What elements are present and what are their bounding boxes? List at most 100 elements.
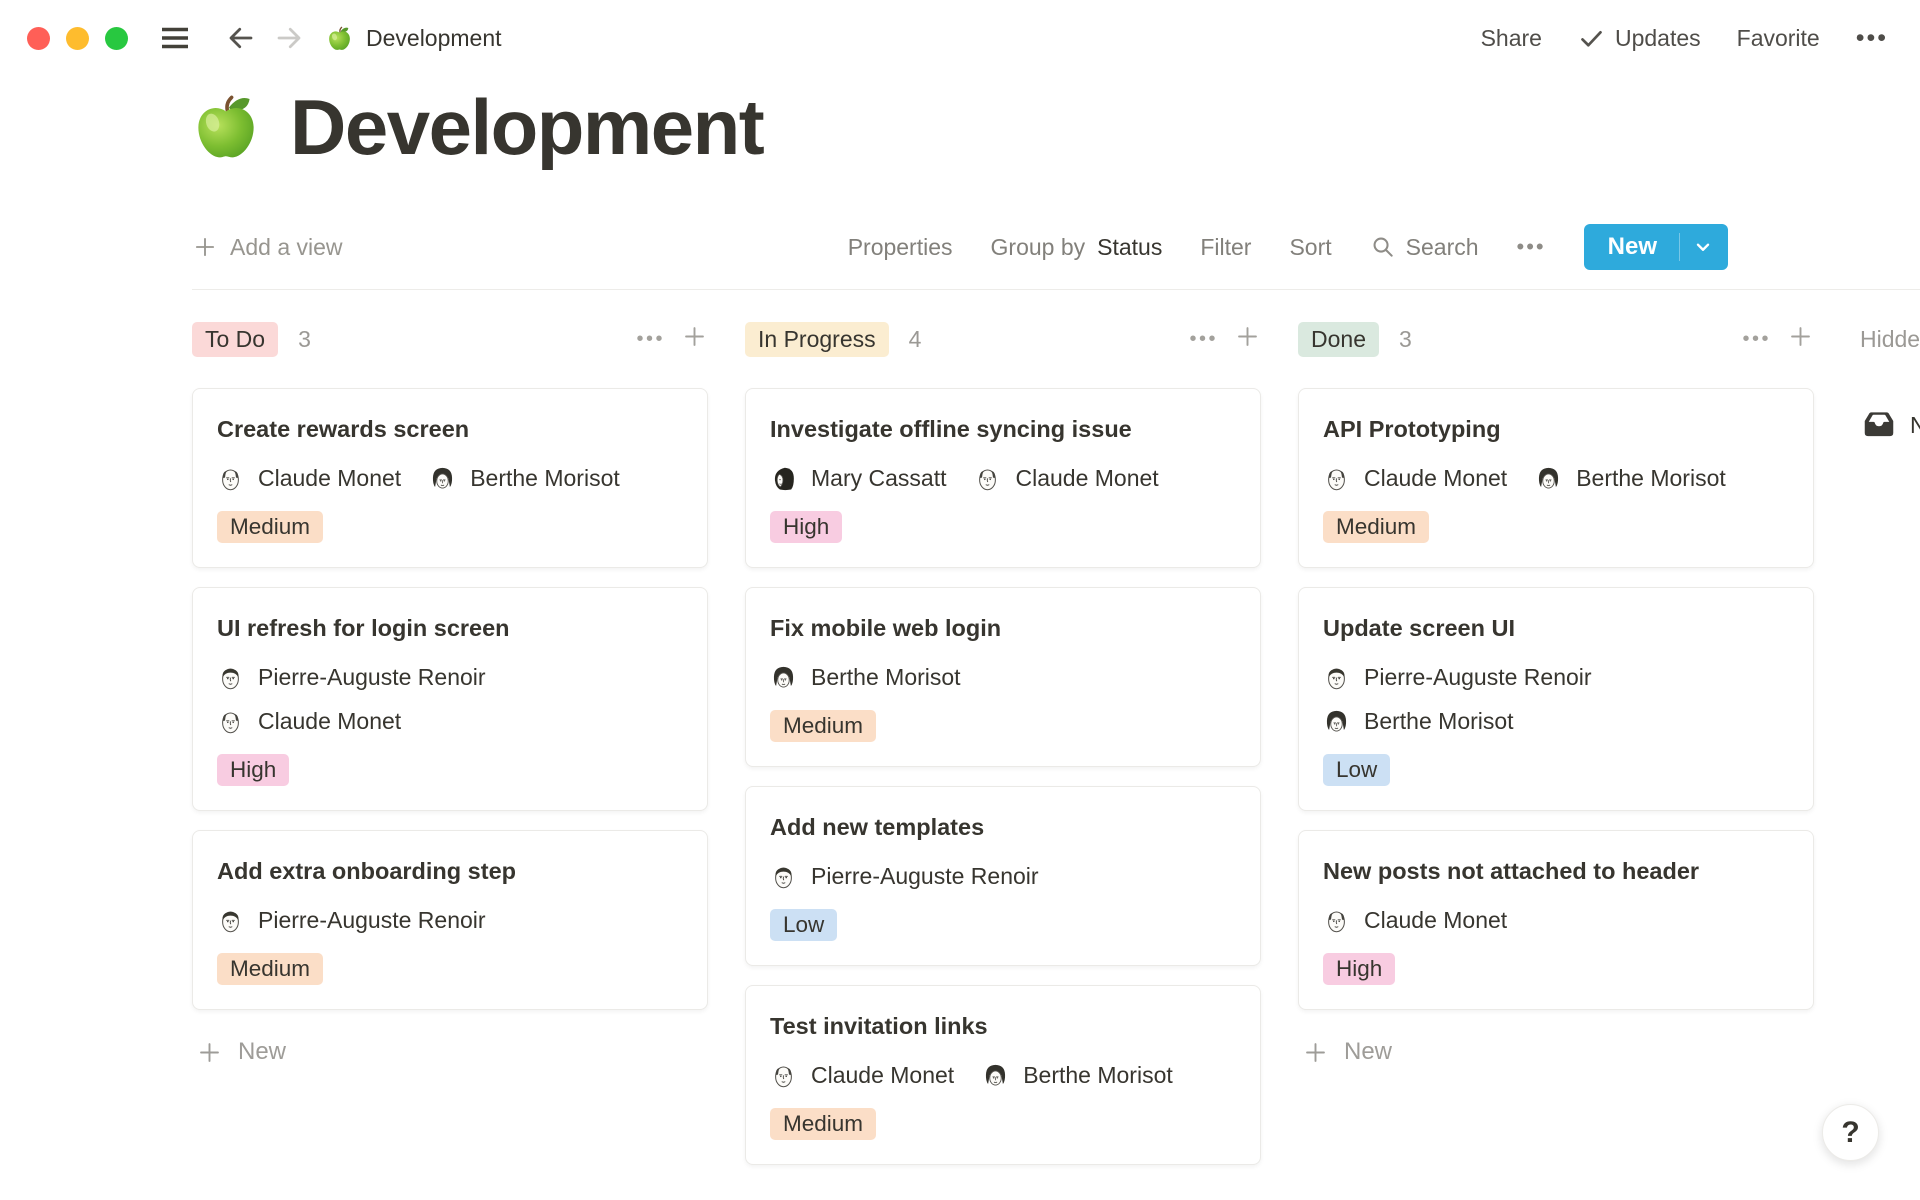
assignee: Claude Monet <box>770 1060 954 1090</box>
page-title[interactable]: Development <box>290 88 763 166</box>
card[interactable]: Test invitation links Claude Monet Berth… <box>745 985 1261 1165</box>
add-card-button[interactable]: New <box>192 1038 708 1066</box>
back-icon[interactable] <box>226 23 256 53</box>
breadcrumb[interactable]: Development <box>326 25 502 52</box>
new-button[interactable]: New <box>1584 224 1728 270</box>
card[interactable]: UI refresh for login screen Pierre-Augus… <box>192 587 708 811</box>
status-badge[interactable]: In Progress <box>745 322 889 357</box>
group-by-button[interactable]: Group by Status <box>991 234 1163 261</box>
view-more-icon[interactable]: ••• <box>1517 234 1546 260</box>
column-count: 3 <box>1399 326 1412 353</box>
green-apple-icon <box>326 25 353 52</box>
favorite-button[interactable]: Favorite <box>1737 25 1820 52</box>
card[interactable]: Add new templates Pierre-Auguste Renoir … <box>745 786 1261 966</box>
column-add-icon[interactable] <box>1787 323 1814 355</box>
card[interactable]: Investigate offline syncing issue Mary C… <box>745 388 1261 568</box>
column-count: 4 <box>909 326 922 353</box>
assignee: Claude Monet <box>974 463 1158 493</box>
card[interactable]: Add extra onboarding step Pierre-Auguste… <box>192 830 708 1010</box>
card[interactable]: Create rewards screen Claude Monet Berth… <box>192 388 708 568</box>
chevron-down-icon[interactable] <box>1679 233 1728 261</box>
assignee: Pierre-Auguste Renoir <box>1323 662 1789 692</box>
sort-button[interactable]: Sort <box>1289 234 1331 261</box>
avatar-berthe-morisot <box>1535 465 1562 492</box>
column-more-icon[interactable]: ••• <box>1742 328 1771 351</box>
assignee: Claude Monet <box>217 706 683 736</box>
card-title: Add extra onboarding step <box>217 855 683 887</box>
assignee: Berthe Morisot <box>1535 463 1726 493</box>
card-title: Investigate offline syncing issue <box>770 413 1236 445</box>
hidden-group-no-status[interactable]: No Status <box>1860 406 1920 444</box>
zoom-icon[interactable] <box>105 27 128 50</box>
column-done: Done 3 ••• API Prototyping Claude Monet … <box>1298 320 1814 1066</box>
avatar-claude-monet <box>1323 907 1350 934</box>
priority-badge: Medium <box>770 710 876 742</box>
column-count: 3 <box>298 326 311 353</box>
assignee: Berthe Morisot <box>1323 706 1789 736</box>
card[interactable]: New posts not attached to header Claude … <box>1298 830 1814 1010</box>
updates-button[interactable]: Updates <box>1578 25 1701 52</box>
kanban-board: To Do 3 ••• Create rewards screen Claude… <box>192 320 1920 1200</box>
close-icon[interactable] <box>27 27 50 50</box>
avatar-claude-monet <box>974 465 1001 492</box>
card-title: UI refresh for login screen <box>217 612 683 644</box>
help-button[interactable]: ? <box>1822 1104 1879 1161</box>
column-more-icon[interactable]: ••• <box>636 328 665 351</box>
avatar-berthe-morisot <box>429 465 456 492</box>
plus-icon <box>196 1039 223 1066</box>
avatar-claude-monet <box>1323 465 1350 492</box>
column-to-do: To Do 3 ••• Create rewards screen Claude… <box>192 320 708 1066</box>
forward-icon[interactable] <box>274 23 304 53</box>
hidden-groups-panel: Hidden groups No Status <box>1860 320 1920 444</box>
priority-badge: Medium <box>217 953 323 985</box>
search-button[interactable]: Search <box>1370 234 1479 261</box>
hidden-groups-toggle[interactable]: Hidden groups <box>1860 320 1920 358</box>
card-title: Create rewards screen <box>217 413 683 445</box>
status-badge[interactable]: Done <box>1298 322 1379 357</box>
more-options-icon[interactable]: ••• <box>1856 24 1888 53</box>
group-by-value: Status <box>1097 234 1162 261</box>
inbox-icon <box>1860 406 1898 444</box>
card[interactable]: API Prototyping Claude Monet Berthe Mori… <box>1298 388 1814 568</box>
window-titlebar: Development Share Updates Favorite ••• <box>0 0 1920 76</box>
assignee: Berthe Morisot <box>770 662 961 692</box>
minimize-icon[interactable] <box>66 27 89 50</box>
view-toolbar: Add a view Properties Group by Status Fi… <box>192 222 1728 272</box>
priority-badge: Medium <box>770 1108 876 1140</box>
avatar-pierre-auguste-renoir <box>217 907 244 934</box>
card[interactable]: Update screen UI Pierre-Auguste Renoir B… <box>1298 587 1814 811</box>
traffic-lights <box>27 27 128 50</box>
priority-badge: Low <box>1323 754 1390 786</box>
add-card-button[interactable]: New <box>1298 1038 1814 1066</box>
priority-badge: Medium <box>1323 511 1429 543</box>
card-title: Fix mobile web login <box>770 612 1236 644</box>
add-view-button[interactable]: Add a view <box>192 234 343 261</box>
menu-icon[interactable] <box>158 21 192 55</box>
avatar-berthe-morisot <box>1323 708 1350 735</box>
column-add-icon[interactable] <box>1234 323 1261 355</box>
filter-button[interactable]: Filter <box>1200 234 1251 261</box>
status-badge[interactable]: To Do <box>192 322 278 357</box>
avatar-pierre-auguste-renoir <box>770 863 797 890</box>
toolbar-divider <box>192 289 1920 290</box>
avatar-pierre-auguste-renoir <box>1323 664 1350 691</box>
priority-badge: Low <box>770 909 837 941</box>
priority-badge: High <box>217 754 289 786</box>
assignee: Claude Monet <box>1323 905 1507 935</box>
share-button[interactable]: Share <box>1481 25 1542 52</box>
column-add-icon[interactable] <box>681 323 708 355</box>
check-icon <box>1578 25 1605 52</box>
assignee: Berthe Morisot <box>429 463 620 493</box>
column-in-progress: In Progress 4 ••• Investigate offline sy… <box>745 320 1261 1165</box>
assignee: Berthe Morisot <box>982 1060 1173 1090</box>
card-title: API Prototyping <box>1323 413 1789 445</box>
avatar-berthe-morisot <box>982 1062 1009 1089</box>
plus-icon <box>192 234 218 260</box>
page-icon-green-apple[interactable] <box>190 91 262 163</box>
assignee: Claude Monet <box>1323 463 1507 493</box>
priority-badge: High <box>770 511 842 543</box>
assignee: Pierre-Auguste Renoir <box>770 861 1039 891</box>
column-more-icon[interactable]: ••• <box>1189 328 1218 351</box>
card[interactable]: Fix mobile web login Berthe Morisot Medi… <box>745 587 1261 767</box>
properties-button[interactable]: Properties <box>848 234 953 261</box>
